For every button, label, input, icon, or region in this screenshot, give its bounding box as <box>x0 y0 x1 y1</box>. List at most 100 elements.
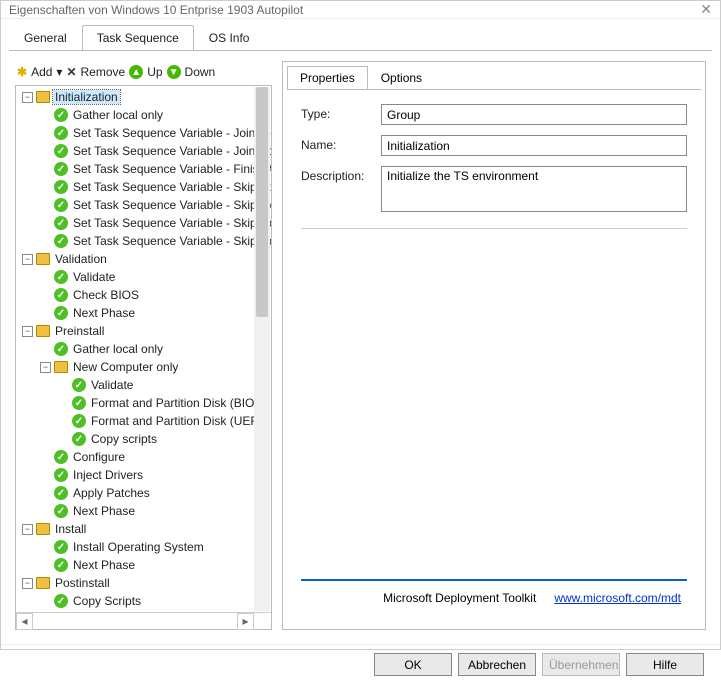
tree-item-label: Apply Patches <box>71 486 152 500</box>
brand-label: Microsoft Deployment Toolkit <box>383 591 536 605</box>
tree-item[interactable]: ✓Validate <box>16 376 271 394</box>
description-field[interactable] <box>381 166 687 212</box>
tree-item-label: Set Task Sequence Variable - SkipBitLock… <box>71 180 271 194</box>
tree-item-label: Initialization <box>53 90 120 104</box>
arrow-down-icon: ▼ <box>167 65 181 79</box>
scroll-right-icon[interactable]: ▸ <box>237 613 254 630</box>
check-icon: ✓ <box>54 126 68 140</box>
tree-item[interactable]: − Initialization <box>16 88 271 106</box>
subtab-properties[interactable]: Properties <box>287 66 368 90</box>
tree-item-label: Preinstall <box>53 324 106 338</box>
apply-button: Übernehmen <box>542 653 620 676</box>
tree-item[interactable]: ✓Copy Scripts <box>16 592 271 610</box>
tree-item[interactable]: ✓Next Phase <box>16 502 271 520</box>
check-icon: ✓ <box>54 180 68 194</box>
expander-icon[interactable]: − <box>22 92 33 103</box>
check-icon: ✓ <box>54 504 68 518</box>
tree-item-label: Next Phase <box>71 558 137 572</box>
check-icon: ✓ <box>54 288 68 302</box>
tree-item-label: Set Task Sequence Variable - SkipApplica… <box>71 198 271 212</box>
add-icon: ✱ <box>17 65 27 79</box>
tree-item[interactable]: ✓Next Phase <box>16 304 271 322</box>
cancel-button[interactable]: Abbrechen <box>458 653 536 676</box>
tree-item[interactable]: ✓Set Task Sequence Variable - JoinDomain <box>16 124 271 142</box>
name-label: Name: <box>301 135 381 152</box>
scrollbar-vertical[interactable] <box>254 87 270 611</box>
tree-item[interactable]: −Validation <box>16 250 271 268</box>
tree-item-label: Set Task Sequence Variable - SkipCompute… <box>71 216 271 230</box>
main-tabs: General Task Sequence OS Info <box>1 19 720 51</box>
tree-item-label: Configure <box>71 450 127 464</box>
description-label: Description: <box>301 166 381 183</box>
expander-icon[interactable]: − <box>40 362 51 373</box>
window-title: Eigenschaften von Windows 10 Entprise 19… <box>9 3 303 17</box>
tree-item[interactable]: ✓Validate <box>16 268 271 286</box>
tree-item[interactable]: − Preinstall <box>16 322 271 340</box>
check-icon: ✓ <box>54 198 68 212</box>
tree-item[interactable]: ✓Next Phase <box>16 556 271 574</box>
tree-item[interactable]: −Install <box>16 520 271 538</box>
remove-icon: ✕ <box>66 65 76 79</box>
tree-item-label: Copy scripts <box>89 432 159 446</box>
help-button[interactable]: Hilfe <box>626 653 704 676</box>
tree-item[interactable]: ✓Set Task Sequence Variable - JoinWorkgr… <box>16 142 271 160</box>
scroll-left-icon[interactable]: ◂ <box>16 613 33 630</box>
tree-item-label: Check BIOS <box>71 288 141 302</box>
folder-icon <box>36 253 50 265</box>
tree-item-label: Copy Scripts <box>71 594 143 608</box>
tree-item[interactable]: ✓Set Task Sequence Variable - SkipComput… <box>16 214 271 232</box>
scrollbar-horizontal[interactable]: ◂ ▸ <box>16 612 271 629</box>
expander-icon[interactable]: − <box>22 524 33 535</box>
tree-item[interactable]: ✓Set Task Sequence Variable - SkipDomain… <box>16 232 271 250</box>
check-icon: ✓ <box>54 486 68 500</box>
tree-item-label: Set Task Sequence Variable - SkipDomainM… <box>71 234 271 248</box>
close-icon[interactable]: ✕ <box>700 1 712 18</box>
tree-item[interactable]: ✓Configure <box>16 448 271 466</box>
check-icon: ✓ <box>54 558 68 572</box>
down-button[interactable]: ▼ Down <box>167 65 216 79</box>
check-icon: ✓ <box>54 468 68 482</box>
task-sequence-tree[interactable]: −Initialization✓Gather local only✓Set Ta… <box>16 86 271 612</box>
tree-item[interactable]: ✓Set Task Sequence Variable - FinishActi… <box>16 160 271 178</box>
tree-item[interactable]: ✓Gather local only <box>16 106 271 124</box>
check-icon: ✓ <box>72 432 86 446</box>
expander-icon[interactable]: − <box>22 254 33 265</box>
tab-general[interactable]: General <box>9 25 82 51</box>
tree-item-label: New Computer only <box>71 360 180 374</box>
tree-item-label: Install Operating System <box>71 540 206 554</box>
remove-button[interactable]: ✕ Remove <box>66 65 125 79</box>
tree-item[interactable]: − Postinstall <box>16 574 271 592</box>
tree-item[interactable]: ✓Set Task Sequence Variable - SkipBitLoc… <box>16 178 271 196</box>
titlebar: Eigenschaften von Windows 10 Entprise 19… <box>1 1 720 19</box>
tree-item-label: Format and Partition Disk (BIOS) <box>89 396 268 410</box>
tree-item-label: Postinstall <box>53 576 112 590</box>
tree-item[interactable]: − New Computer only <box>16 358 271 376</box>
expander-icon[interactable]: − <box>22 578 33 589</box>
toolbar: ✱ Add ▾ ✕ Remove ▲ Up ▼ Down <box>15 61 272 85</box>
tree-item[interactable]: ✓Gather local only <box>16 340 271 358</box>
tab-os-info[interactable]: OS Info <box>194 25 265 51</box>
tree-item[interactable]: ✓Check BIOS <box>16 286 271 304</box>
tree-item[interactable]: ✓Format and Partition Disk (BIOS) <box>16 394 271 412</box>
check-icon: ✓ <box>54 540 68 554</box>
ok-button[interactable]: OK <box>374 653 452 676</box>
tree-item[interactable]: ✓Apply Patches <box>16 484 271 502</box>
tree-item-label: Validate <box>89 378 135 392</box>
tab-task-sequence[interactable]: Task Sequence <box>82 25 194 51</box>
tree-item-label: Inject Drivers <box>71 468 145 482</box>
check-icon: ✓ <box>72 414 86 428</box>
tree-item[interactable]: ✓Copy scripts <box>16 430 271 448</box>
check-icon: ✓ <box>54 306 68 320</box>
tree-item-label: Format and Partition Disk (UEFI) <box>89 414 267 428</box>
tree-item[interactable]: ✓Install Operating System <box>16 538 271 556</box>
subtab-options[interactable]: Options <box>368 66 435 90</box>
name-field[interactable] <box>381 135 687 156</box>
expander-icon[interactable]: − <box>22 326 33 337</box>
add-button[interactable]: ✱ Add ▾ <box>17 65 62 79</box>
tree-item[interactable]: ✓Format and Partition Disk (UEFI) <box>16 412 271 430</box>
tree-item[interactable]: ✓Inject Drivers <box>16 466 271 484</box>
brand-link[interactable]: www.microsoft.com/mdt <box>554 591 681 605</box>
tree-item[interactable]: ✓Set Task Sequence Variable - SkipApplic… <box>16 196 271 214</box>
up-button[interactable]: ▲ Up <box>129 65 162 79</box>
check-icon: ✓ <box>54 342 68 356</box>
